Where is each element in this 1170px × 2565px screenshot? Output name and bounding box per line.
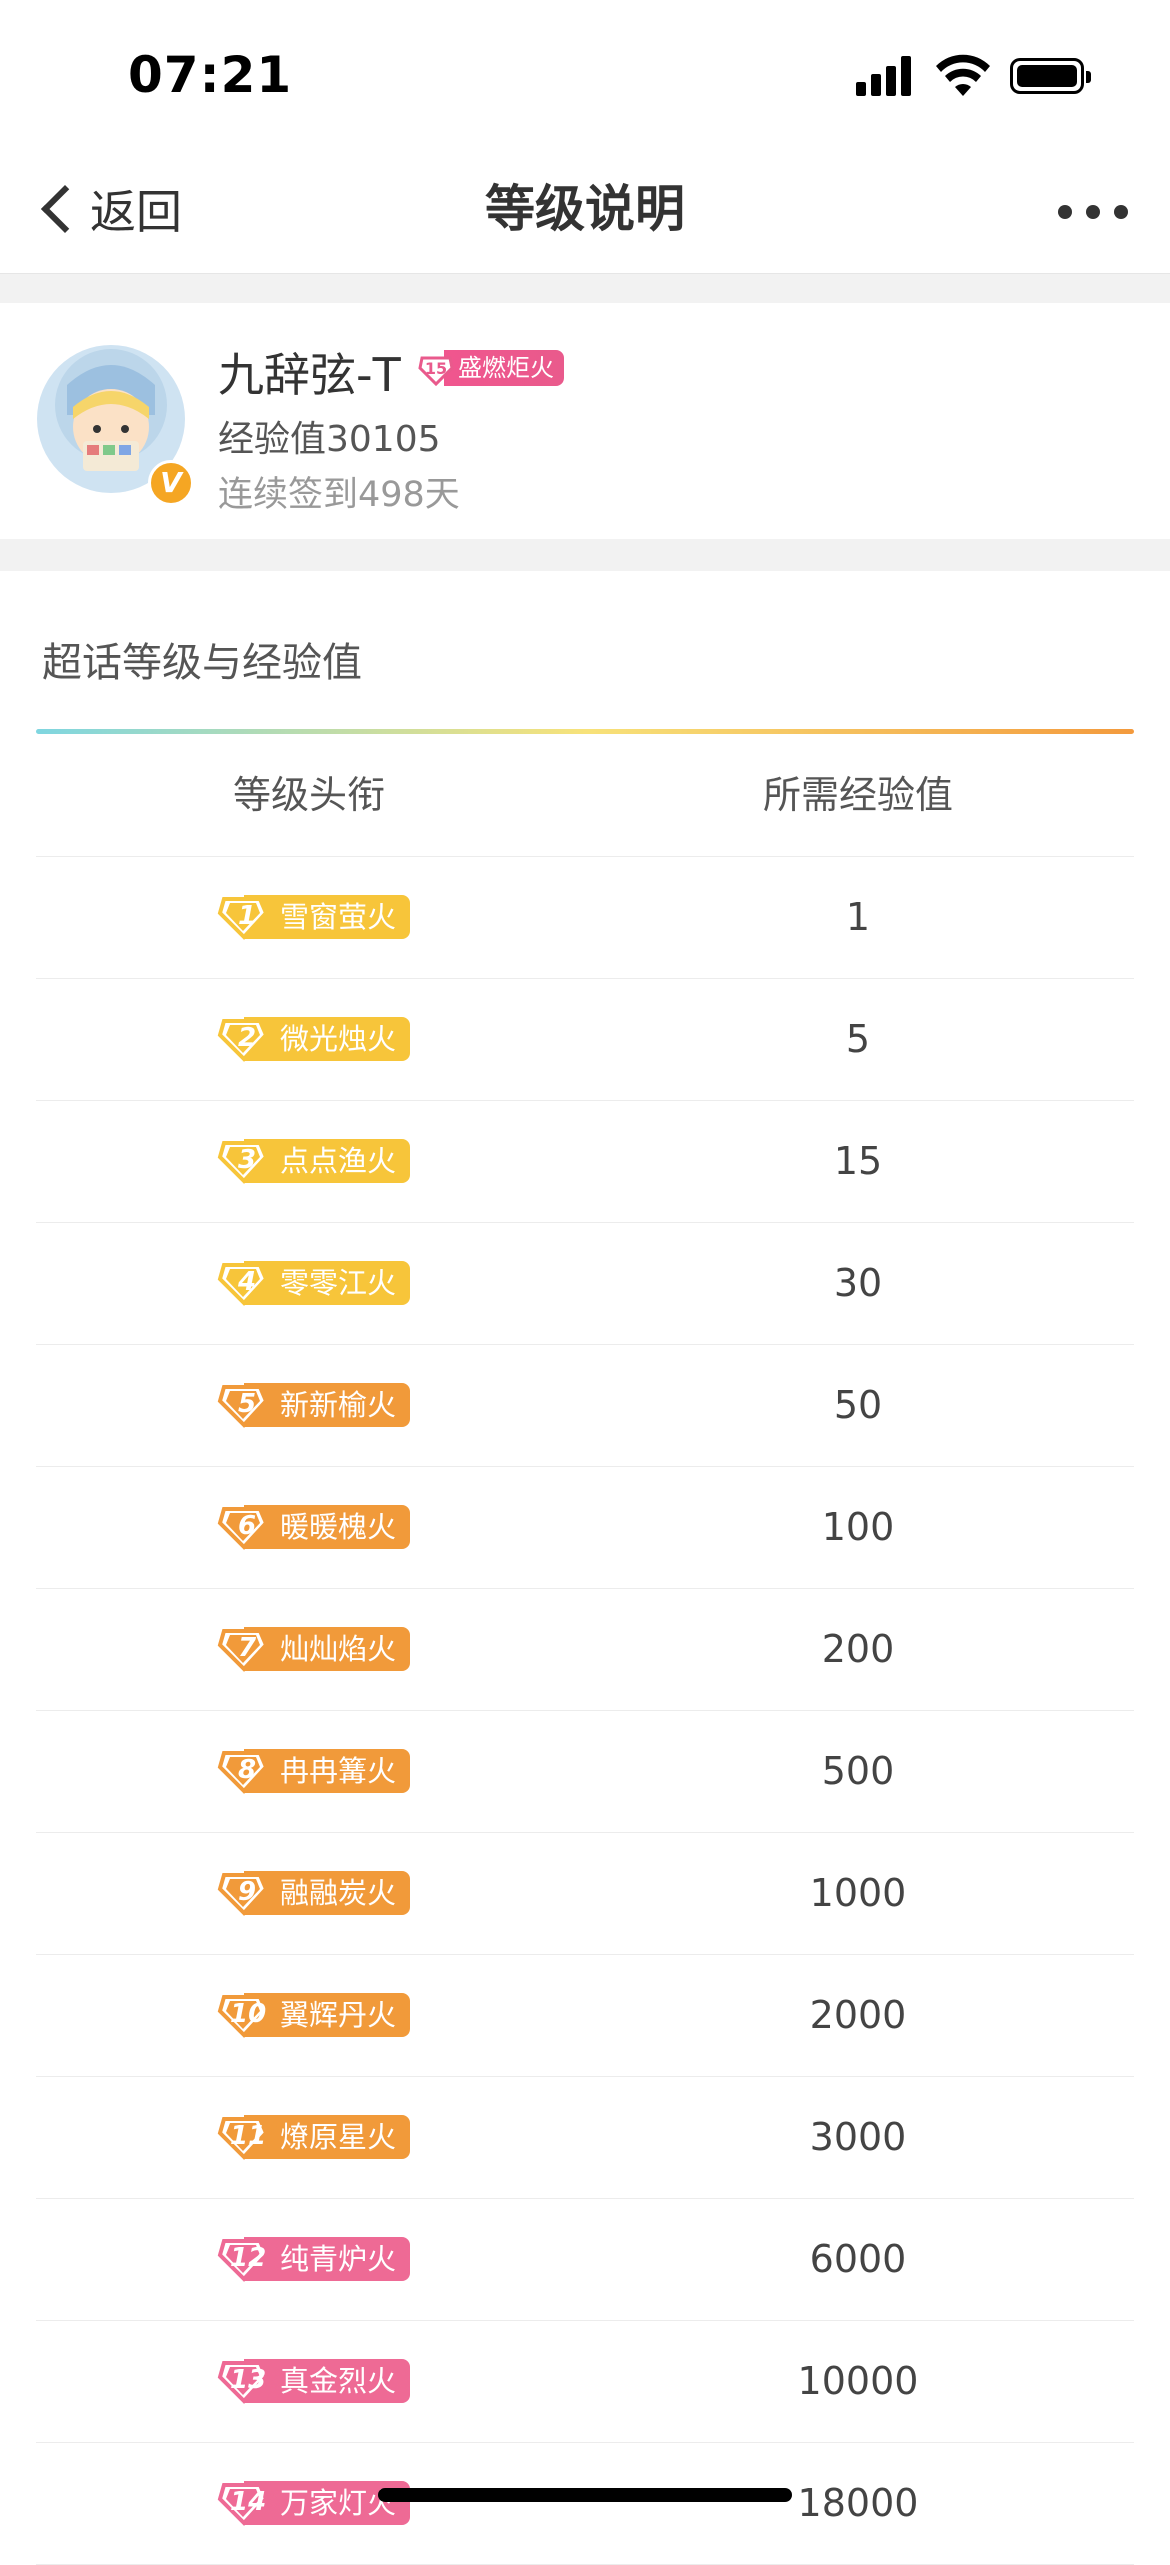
- required-exp: 100: [821, 1505, 895, 1549]
- table-row: 零零江火 4 30: [36, 1223, 1134, 1345]
- nav-bar: 返回 等级说明: [0, 150, 1170, 274]
- column-header-title: 等级头衔: [232, 773, 385, 817]
- dot-icon: [1086, 205, 1100, 219]
- table-row: 冉冉篝火 8 500: [36, 1711, 1134, 1833]
- level-badge: 灿灿焰火 7: [216, 1625, 416, 1673]
- divider: [0, 539, 1170, 571]
- level-badge: 冉冉篝火 8: [216, 1747, 416, 1795]
- table-row: 微光烛火 2 5: [36, 979, 1134, 1101]
- wifi-icon: [936, 54, 990, 96]
- level-number: 3: [237, 1145, 257, 1175]
- required-exp: 18000: [797, 2481, 919, 2525]
- section-title: 超话等级与经验值: [42, 640, 362, 686]
- home-indicator[interactable]: [378, 2488, 792, 2502]
- level-badge: 纯青炉火 12: [216, 2235, 416, 2283]
- level-number: 12: [230, 2243, 267, 2273]
- level-number: 7: [237, 1633, 257, 1663]
- level-number: 8: [237, 1755, 257, 1785]
- required-exp: 30: [833, 1261, 883, 1305]
- level-badge: 暖暖槐火 6: [216, 1503, 416, 1551]
- table-row: 纯青炉火 12 6000: [36, 2199, 1134, 2321]
- dot-icon: [1058, 205, 1072, 219]
- table-row: 雪窗萤火 1 1: [36, 857, 1134, 979]
- table-row: 暖暖槐火 6 100: [36, 1467, 1134, 1589]
- required-exp: 15: [833, 1139, 883, 1183]
- username: 九辞弦-T: [218, 348, 401, 402]
- page-title: 等级说明: [485, 180, 685, 238]
- level-number: 14: [230, 2487, 267, 2517]
- level-badge: 点点渔火 3: [216, 1137, 416, 1185]
- level-number: 5: [237, 1389, 257, 1419]
- cellular-signal-icon: [856, 56, 914, 96]
- required-exp: 5: [845, 1017, 871, 1061]
- table-row: 燎原星火 11 3000: [36, 2077, 1134, 2199]
- level-number: 6: [237, 1511, 257, 1541]
- verified-v-icon: V: [148, 460, 194, 506]
- checkin-streak: 连续签到498天: [218, 475, 460, 515]
- required-exp: 10000: [797, 2359, 919, 2403]
- required-exp: 2000: [809, 1993, 907, 2037]
- required-exp: 3000: [809, 2115, 907, 2159]
- user-level-title: 盛燃炬火: [444, 350, 564, 386]
- level-number: 13: [230, 2365, 267, 2395]
- level-number: 1: [237, 901, 257, 931]
- user-level-badge: 15 盛燃炬火: [418, 348, 564, 388]
- column-header-exp: 所需经验值: [762, 773, 953, 817]
- required-exp: 500: [821, 1749, 895, 1793]
- table-row: 万家灯火 14 18000: [36, 2443, 1134, 2565]
- required-exp: 200: [821, 1627, 895, 1671]
- required-exp: 1: [845, 895, 871, 939]
- table-row: 点点渔火 3 15: [36, 1101, 1134, 1223]
- level-badge: 零零江火 4: [216, 1259, 416, 1307]
- level-badge: 新新榆火 5: [216, 1381, 416, 1429]
- table-row: 翼辉丹火 10 2000: [36, 1955, 1134, 2077]
- required-exp: 1000: [809, 1871, 907, 1915]
- level-diamond-icon: 15: [418, 356, 454, 386]
- battery-icon: [1010, 58, 1091, 94]
- divider: [0, 274, 1170, 303]
- level-badge: 微光烛火 2: [216, 1015, 416, 1063]
- experience-value: 经验值30105: [218, 419, 441, 460]
- level-badge: 雪窗萤火 1: [216, 893, 416, 941]
- table-row: 新新榆火 5 50: [36, 1345, 1134, 1467]
- level-badge: 融融炭火 9: [216, 1869, 416, 1917]
- profile-card: V 九辞弦-T 15 盛燃炬火 经验值30105 连续签到498天: [0, 303, 1170, 539]
- level-number: 4: [237, 1267, 257, 1297]
- level-badge: 万家灯火 14: [216, 2479, 416, 2527]
- level-number: 10: [230, 1999, 267, 2029]
- table-header: 等级头衔 所需经验值: [36, 734, 1134, 857]
- level-number: 11: [230, 2121, 267, 2151]
- status-time: 07:21: [128, 46, 293, 104]
- status-bar: 07:21: [0, 0, 1170, 150]
- table-row: 融融炭火 9 1000: [36, 1833, 1134, 1955]
- required-exp: 50: [833, 1383, 883, 1427]
- more-options-button[interactable]: [1058, 202, 1128, 222]
- required-exp: 6000: [809, 2237, 907, 2281]
- level-badge: 翼辉丹火 10: [216, 1991, 416, 2039]
- level-badge: 燎原星火 11: [216, 2113, 416, 2161]
- dot-icon: [1114, 205, 1128, 219]
- level-badge: 真金烈火 13: [216, 2357, 416, 2405]
- level-number: 2: [237, 1023, 257, 1053]
- table-row: 真金烈火 13 10000: [36, 2321, 1134, 2443]
- svg-text:15: 15: [425, 359, 447, 378]
- level-number: 9: [237, 1877, 257, 1907]
- table-row: 灿灿焰火 7 200: [36, 1589, 1134, 1711]
